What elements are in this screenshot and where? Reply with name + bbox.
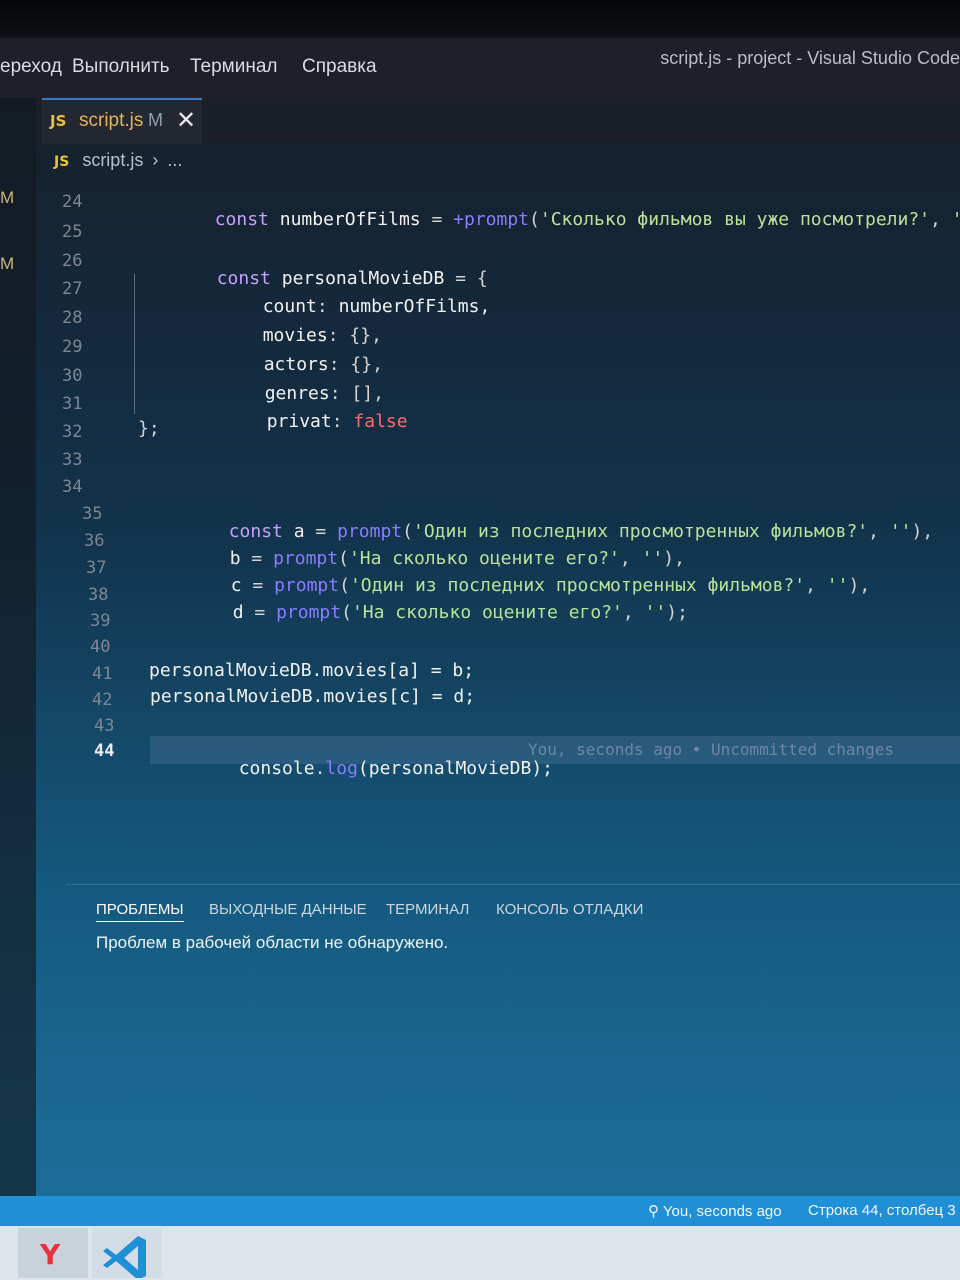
menu-terminal[interactable]: Терминал — [190, 56, 278, 78]
line-number: 42 — [92, 690, 113, 710]
status-cursor-position[interactable]: Строка 44, столбец 3 — [808, 1202, 956, 1219]
status-bar: ⚲ You, seconds ago Строка 44, столбец 3 — [0, 1196, 960, 1226]
code-line: 33 — [0, 446, 960, 474]
taskbar-yandex-button[interactable]: Y — [18, 1228, 88, 1278]
tab-terminal[interactable]: ТЕРМИНАЛ — [386, 901, 469, 918]
code-line: 30 genres: [], — [0, 362, 960, 404]
problems-message: Проблем в рабочей области не обнаружено. — [96, 933, 449, 952]
close-icon[interactable]: ✕ — [176, 106, 196, 134]
code-line: 40 — [0, 633, 960, 661]
tab-output[interactable]: ВЫХОДНЫЕ ДАННЫЕ — [209, 901, 367, 918]
line-number: 38 — [88, 585, 109, 605]
line-number: 39 — [90, 611, 111, 631]
menu-go[interactable]: ереход — [0, 56, 62, 78]
status-blame-text: You, seconds ago — [662, 1203, 782, 1220]
breadcrumb-file[interactable]: script.js — [82, 150, 143, 170]
line-number: 26 — [62, 251, 83, 271]
editor-tabs: JS script.js M ✕ — [36, 98, 960, 144]
line-number: 31 — [62, 394, 83, 414]
tab-problems[interactable]: ПРОБЛЕМЫ — [96, 901, 184, 922]
code-line: 37 c = prompt('Один из последних просмот… — [0, 554, 960, 596]
menu-run[interactable]: Выполнить — [72, 56, 170, 78]
line-number: 34 — [62, 477, 83, 497]
code-text: (personalMovieDB); — [357, 758, 553, 779]
breadcrumb: JS script.js › ... — [54, 150, 182, 171]
line-number: 30 — [62, 366, 83, 386]
bottom-panel: ПРОБЛЕМЫ ВЫХОДНЫЕ ДАННЫЕ ТЕРМИНАЛ КОНСОЛ… — [66, 884, 960, 1195]
taskbar-vscode-button[interactable] — [92, 1228, 162, 1280]
js-file-icon: JS — [50, 112, 67, 130]
line-number: 24 — [62, 192, 83, 212]
code-line: 24 const numberOfFilms = +prompt('Скольк… — [0, 188, 960, 230]
js-file-icon: JS — [54, 154, 70, 170]
line-number: 32 — [62, 422, 83, 442]
tab-script-js[interactable]: JS script.js M ✕ — [42, 98, 202, 144]
breadcrumb-symbols[interactable]: ... — [167, 150, 182, 170]
tab-modified-badge: M — [148, 110, 163, 130]
identifier: console — [238, 758, 315, 779]
code-line: 25 — [0, 218, 960, 246]
code-line: 41 personalMovieDB.movies[a] = b; — [0, 660, 960, 688]
code-line: 27 count: numberOfFilms, — [0, 275, 960, 317]
function-name: log — [325, 758, 358, 779]
line-number: 43 — [94, 716, 115, 736]
line-number: 33 — [62, 450, 83, 470]
code-text: personalMovieDB.movies[c] = d; — [150, 686, 476, 707]
code-line: 29 actors: {}, — [0, 333, 960, 375]
code-line: 42 personalMovieDB.movies[c] = d; — [0, 686, 960, 714]
status-git-blame[interactable]: ⚲ You, seconds ago — [648, 1202, 782, 1220]
code-line: 43 — [0, 712, 960, 740]
code-line: 31 privat: false — [0, 390, 960, 432]
tab-debug-console[interactable]: КОНСОЛЬ ОТЛАДКИ — [496, 901, 643, 918]
line-number: 37 — [86, 558, 107, 578]
screen: ереход Выполнить Терминал Справка script… — [0, 0, 960, 1280]
location-pin-icon: ⚲ — [648, 1203, 659, 1220]
line-number: 35 — [82, 504, 103, 524]
code-line: 39 — [0, 607, 960, 635]
monitor-bezel — [0, 0, 960, 38]
code-line: 28 movies: {}, — [0, 304, 960, 346]
line-number: 28 — [62, 308, 83, 328]
punctuation: . — [314, 758, 326, 779]
line-number-active: 44 — [94, 741, 115, 761]
line-number: 25 — [62, 222, 83, 242]
line-number: 36 — [84, 531, 105, 551]
yandex-letter: Y — [39, 1238, 61, 1271]
git-blame-annotation: You, seconds ago • Uncommitted changes — [528, 740, 895, 759]
code-text: }; — [138, 418, 160, 439]
code-text: personalMovieDB.movies[a] = b; — [149, 660, 475, 681]
menu-help[interactable]: Справка — [302, 56, 377, 78]
code-line: 34 — [0, 473, 960, 501]
chevron-right-icon: › — [152, 150, 159, 170]
yandex-browser-icon: Y — [39, 1238, 61, 1271]
code-line: 36 b = prompt('На сколько оцените его?',… — [0, 527, 960, 569]
line-number: 27 — [62, 279, 83, 299]
code-line: 35 const a = prompt('Один из последних п… — [0, 500, 960, 542]
line-number: 29 — [62, 337, 83, 357]
vscode-icon — [103, 1236, 146, 1280]
code-line: 26 const personalMovieDB = { — [0, 247, 960, 289]
tab-label: script.js — [79, 110, 144, 131]
window-title: script.js - project - Visual Studio Code — [660, 48, 960, 68]
line-number: 40 — [90, 637, 111, 657]
code-line: 32 }; — [0, 418, 960, 446]
taskbar: Y — [0, 1226, 960, 1280]
line-number: 41 — [92, 664, 113, 684]
code-line: 38 d = prompt('На сколько оцените его?',… — [0, 581, 960, 623]
